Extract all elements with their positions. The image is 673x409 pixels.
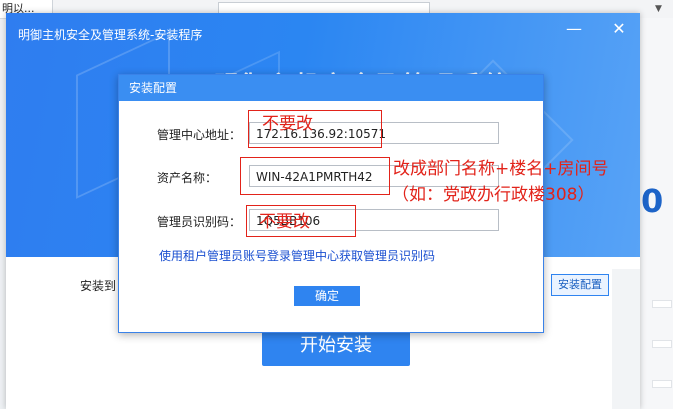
annotation-rename-line1: 改成部门名称+楼名+房间号 <box>393 159 609 179</box>
dialog-title: 安装配置 <box>119 75 543 101</box>
ok-button[interactable]: 确定 <box>294 286 360 306</box>
get-admin-code-link[interactable]: 使用租户管理员账号登录管理中心获取管理员识别码 <box>159 247 435 264</box>
desktop-side-number: 0 <box>641 182 664 220</box>
desktop-side-box <box>652 300 672 308</box>
admin-code-label: 管理员识别码： <box>157 215 242 229</box>
center-address-label: 管理中心地址： <box>157 128 242 142</box>
window-title: 明御主机安全及管理系统-安装程序 <box>18 28 203 42</box>
install-config-button[interactable]: 安装配置 <box>551 274 609 296</box>
annotation-rename-line2: （如：党政办行政楼308） <box>392 185 595 205</box>
annotation-no-change-2: 不要改 <box>259 212 310 232</box>
desktop-dropdown-icon[interactable]: ▼ <box>644 0 673 18</box>
minimize-icon[interactable]: — <box>564 19 584 38</box>
annotation-box-asset-name <box>240 157 390 195</box>
right-panel <box>612 269 640 409</box>
install-to-label: 安装到 <box>80 279 117 293</box>
asset-name-label: 资产名称： <box>157 171 218 185</box>
annotation-no-change-1: 不要改 <box>262 114 313 134</box>
desktop-side-box <box>652 380 672 388</box>
close-icon[interactable]: ✕ <box>609 19 629 38</box>
desktop-side-box <box>652 340 672 348</box>
